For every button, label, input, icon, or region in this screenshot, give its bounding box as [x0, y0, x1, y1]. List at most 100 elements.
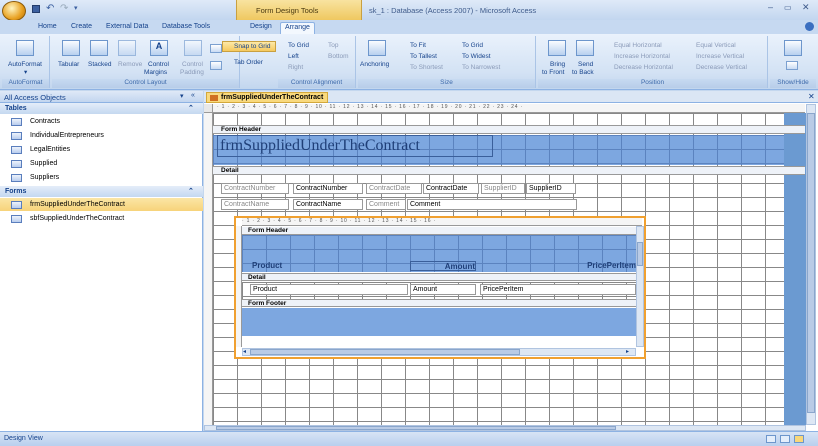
form-selector[interactable] — [204, 104, 213, 113]
contract-name-field[interactable]: ContractName — [293, 199, 363, 210]
close-icon[interactable]: ✕ — [802, 2, 810, 13]
bring-to-front-button-line2[interactable]: to Front — [542, 69, 564, 77]
subform-scroll-left-icon[interactable]: ◂ — [243, 348, 246, 355]
subform-section-detail[interactable]: Detail — [242, 273, 638, 281]
tab-arrange[interactable]: Arrange — [280, 22, 315, 34]
office-button[interactable] — [2, 1, 26, 21]
subform-header-priceperitem[interactable]: PricePerItem — [480, 261, 636, 271]
customize-icon[interactable]: ▾ — [74, 4, 78, 12]
tab-design[interactable]: Design — [246, 22, 276, 34]
form-title-label[interactable]: frmSuppliedUnderTheContract — [217, 135, 493, 157]
comment-field[interactable]: Comment — [407, 199, 577, 210]
nav-group-tables[interactable]: Tables ⌃ — [0, 103, 203, 114]
save-icon[interactable] — [32, 5, 40, 13]
section-header-form-header[interactable]: Form Header — [213, 125, 805, 134]
align-left-button[interactable]: Left — [288, 53, 299, 61]
tab-external-data[interactable]: External Data — [102, 22, 152, 34]
help-icon[interactable] — [805, 22, 814, 31]
show-ruler-icon[interactable] — [786, 61, 798, 70]
align-top-button[interactable]: Top — [328, 42, 338, 50]
bring-to-front-button[interactable]: Bring — [550, 61, 565, 69]
stacked-button[interactable]: Stacked — [88, 61, 112, 69]
contract-date-label[interactable]: ContractDate — [366, 183, 422, 194]
shutter-bar-close-icon[interactable]: « — [191, 92, 195, 99]
subform-footer-area — [242, 308, 638, 336]
tab-create[interactable]: Create — [67, 22, 96, 34]
control-margins-button[interactable]: Control — [148, 61, 169, 69]
layout-view-icon[interactable] — [794, 435, 804, 443]
nav-item-sbfsuppliedunderthecontract[interactable]: sbfSuppliedUnderTheContract — [0, 212, 203, 225]
decrease-horizontal-button[interactable]: Decrease Horizontal — [614, 64, 673, 72]
nav-pane-header[interactable]: All Access Objects ▾ « — [0, 91, 203, 103]
contract-number-label[interactable]: ContractNumber — [221, 183, 289, 194]
control-padding-button-line2[interactable]: Padding — [180, 69, 204, 77]
section-header-detail[interactable]: Detail — [213, 166, 805, 175]
nav-item-frmsuppliedunderthecontract[interactable]: frmSuppliedUnderTheContract — [0, 198, 203, 211]
to-narrowest-button[interactable]: To Narrowest — [462, 64, 500, 72]
align-to-grid-button[interactable]: To Grid — [288, 42, 309, 50]
horizontal-scroll-thumb[interactable] — [216, 426, 616, 430]
autoformat-button[interactable]: AutoFormat — [8, 61, 42, 69]
design-view-icon[interactable] — [766, 435, 776, 443]
nav-item-supplied[interactable]: Supplied — [0, 157, 203, 170]
nav-group-forms[interactable]: Forms ⌃ — [0, 186, 203, 197]
tab-database-tools[interactable]: Database Tools — [158, 22, 214, 34]
supplier-id-label[interactable]: SupplierID — [481, 183, 525, 194]
align-right-button[interactable]: Right — [288, 64, 303, 72]
size-to-grid-button[interactable]: To Grid — [462, 42, 483, 50]
form-view-icon[interactable] — [780, 435, 790, 443]
tab-order-button[interactable]: Tab Order — [234, 59, 263, 67]
subform-header-product[interactable]: Product — [248, 261, 406, 271]
subform-scroll-right-icon[interactable]: ▸ — [626, 348, 629, 355]
minimize-icon[interactable]: – — [768, 2, 773, 12]
tabular-button[interactable]: Tabular — [58, 61, 79, 69]
tab-home[interactable]: Home — [34, 22, 61, 34]
nav-item-individualentrepreneurs[interactable]: IndividualEntrepreneurs — [0, 129, 203, 142]
subform-section-form-header[interactable]: Form Header — [242, 227, 638, 235]
collapse-tables-icon[interactable]: ⌃ — [188, 104, 194, 112]
contract-number-field[interactable]: ContractNumber — [293, 183, 363, 194]
size-to-fit-button[interactable]: To Fit — [410, 42, 426, 50]
nav-item-legalentities[interactable]: LegalEntities — [0, 143, 203, 156]
decrease-vertical-button[interactable]: Decrease Vertical — [696, 64, 747, 72]
close-document-icon[interactable]: ✕ — [808, 92, 815, 101]
remove-layout-button[interactable]: Remove — [118, 61, 142, 69]
increase-horizontal-button[interactable]: Increase Horizontal — [614, 53, 670, 61]
align-bottom-button[interactable]: Bottom — [328, 53, 349, 61]
subform-hscroll-thumb[interactable] — [250, 349, 520, 355]
vertical-scroll-thumb[interactable] — [807, 113, 815, 413]
subform-amount-field[interactable]: Amount — [410, 284, 476, 295]
send-to-back-button[interactable]: Send — [578, 61, 593, 69]
send-to-back-button-line2[interactable]: to Back — [572, 69, 594, 77]
subform-priceperitem-field[interactable]: PricePerItem — [480, 284, 636, 295]
subform-header-amount[interactable]: Amount — [410, 261, 476, 271]
subform-product-field[interactable]: Product — [250, 284, 408, 295]
maximize-icon[interactable]: ▭ — [784, 3, 792, 12]
increase-vertical-button[interactable]: Increase Vertical — [696, 53, 744, 61]
nav-item-contracts[interactable]: Contracts — [0, 115, 203, 128]
autoformat-dropdown-icon[interactable]: ▾ — [24, 69, 27, 77]
undo-icon[interactable]: ↶ — [46, 3, 54, 14]
subform-section-form-footer[interactable]: Form Footer — [242, 299, 638, 307]
control-margins-button-line2[interactable]: Margins — [144, 69, 167, 77]
document-tab-bar: frmSuppliedUnderTheContract ✕ — [204, 91, 818, 103]
contract-name-label[interactable]: ContractName — [221, 199, 289, 210]
control-padding-button[interactable]: Control — [182, 61, 203, 69]
document-tab[interactable]: frmSuppliedUnderTheContract — [206, 92, 329, 103]
nav-item-suppliers[interactable]: Suppliers — [0, 171, 203, 184]
anchoring-button[interactable]: Anchoring — [360, 61, 389, 69]
subform-scroll-thumb[interactable] — [637, 242, 643, 266]
subform-control[interactable]: · 1 · 2 · 3 · 4 · 5 · 6 · 7 · 8 · 9 · 10… — [234, 216, 646, 359]
to-shortest-button[interactable]: To Shortest — [410, 64, 443, 72]
equal-vertical-button[interactable]: Equal Vertical — [696, 42, 736, 50]
contract-date-field[interactable]: ContractDate — [423, 183, 479, 194]
nav-dropdown-icon[interactable]: ▾ — [180, 92, 184, 100]
to-tallest-button[interactable]: To Tallest — [410, 53, 437, 61]
redo-icon[interactable]: ↷ — [60, 3, 68, 14]
equal-horizontal-button[interactable]: Equal Horizontal — [614, 42, 662, 50]
show-grid-icon[interactable] — [784, 40, 802, 56]
collapse-forms-icon[interactable]: ⌃ — [188, 187, 194, 195]
to-widest-button[interactable]: To Widest — [462, 53, 491, 61]
comment-label[interactable]: Comment — [366, 199, 406, 210]
supplier-id-field[interactable]: SupplierID — [526, 183, 576, 194]
